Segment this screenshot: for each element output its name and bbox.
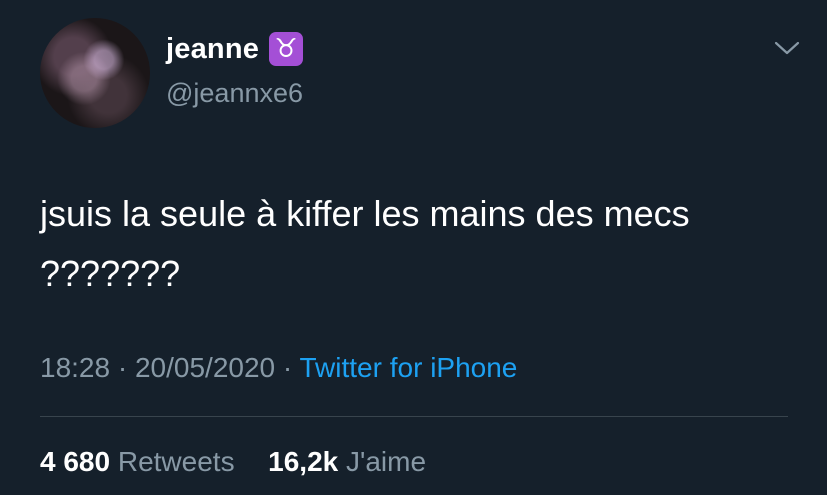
divider [40, 416, 788, 417]
tweet-stats: 4 680 Retweets 16,2k J'aime [40, 446, 426, 478]
retweets-label: Retweets [117, 446, 235, 477]
meta-separator: · [117, 352, 128, 383]
tweet-header: jeanne ♉ @jeannxe6 [40, 18, 800, 130]
chevron-down-icon[interactable] [774, 40, 800, 56]
likes-count: 16,2k [268, 446, 339, 477]
tweet-text: jsuis la seule à kiffer les mains des me… [40, 193, 690, 294]
tweet-meta: 18:28 · 20/05/2020 · Twitter for iPhone [40, 352, 517, 384]
name-row: jeanne ♉ [166, 32, 304, 66]
retweets-count: 4 680 [40, 446, 111, 477]
likes-label: J'aime [346, 446, 427, 477]
user-handle[interactable]: @jeannxe6 [166, 78, 303, 109]
retweets-stat[interactable]: 4 680 Retweets [40, 446, 242, 477]
tweet-source-link[interactable]: Twitter for iPhone [300, 352, 518, 383]
meta-separator: · [282, 352, 293, 383]
likes-stat[interactable]: 16,2k J'aime [260, 446, 426, 477]
avatar[interactable] [40, 18, 150, 128]
display-name[interactable]: jeanne [166, 33, 259, 66]
tweet-time[interactable]: 18:28 [40, 352, 110, 383]
taurus-icon: ♉ [269, 32, 304, 66]
tweet-date[interactable]: 20/05/2020 [135, 352, 275, 383]
